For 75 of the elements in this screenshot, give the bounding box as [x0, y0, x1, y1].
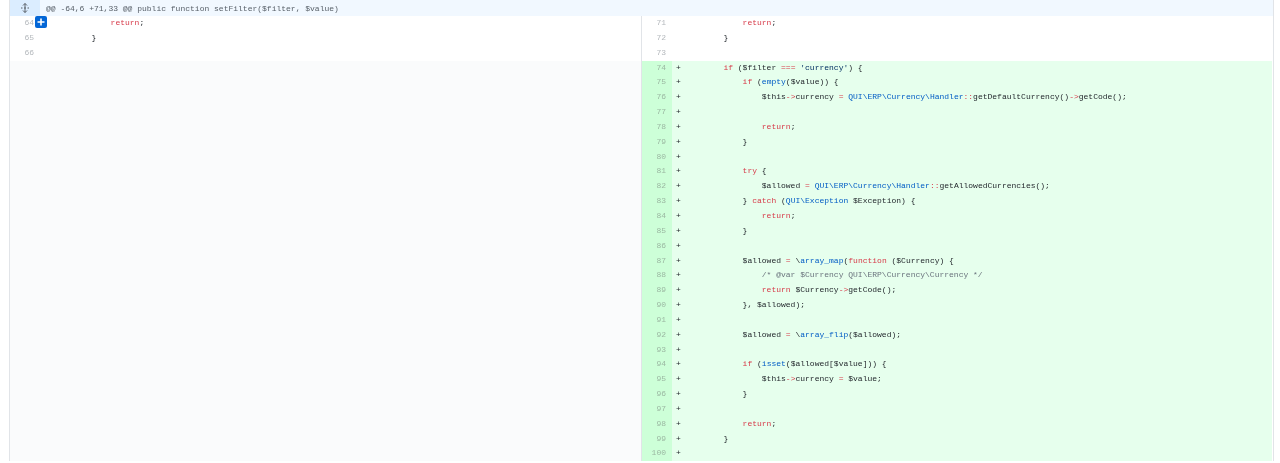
line-number: 76: [642, 90, 672, 106]
code-line: if ($filter === 'currency') {: [722, 61, 863, 74]
code-line: return $Currency->getCode();: [760, 284, 897, 297]
code-line: try {: [741, 165, 767, 178]
code-line: $allowed = \array_map(function ($Currency) {: [741, 254, 954, 267]
code-line: return;: [109, 17, 145, 29]
added-marker: +: [675, 343, 682, 356]
line-number: 89: [642, 283, 672, 299]
added-marker: +: [675, 120, 682, 133]
added-marker: +: [675, 239, 682, 252]
line-number: 81: [642, 164, 672, 180]
code-line: }: [741, 388, 748, 401]
added-marker: +: [675, 388, 682, 401]
added-marker: +: [675, 106, 682, 119]
added-marker: +: [675, 432, 682, 445]
added-marker: +: [675, 358, 682, 371]
line-number: 73: [655, 46, 667, 59]
line-number: 77: [642, 105, 672, 120]
code-line: /* @var $Currency QUI\ERP\Currency\Currency */: [760, 269, 983, 282]
added-marker: +: [675, 150, 682, 163]
added-marker: +: [675, 224, 682, 237]
code-line: }: [722, 432, 729, 445]
code-line: if (isset($allowed[$value])) {: [741, 358, 887, 371]
added-marker: +: [675, 328, 682, 341]
added-marker: +: [675, 180, 682, 193]
line-number: 94: [642, 357, 672, 373]
code-line: $allowed = QUI\ERP\Currency\Handler::getAllowedCurrencies();: [760, 180, 1050, 193]
code-line: $this->currency = QUI\ERP\Currency\Handler::getDefaultCurrency()->getCode();: [760, 91, 1127, 104]
code-line: }: [741, 224, 748, 237]
code-line: }: [90, 31, 97, 44]
added-marker: +: [675, 195, 682, 208]
code-line: $this->currency = $value;: [760, 373, 882, 386]
added-marker: +: [675, 299, 682, 312]
code-line: return;: [760, 209, 796, 222]
line-number: 65: [23, 31, 35, 44]
code-line: return;: [741, 417, 777, 430]
line-number: 83: [642, 194, 672, 209]
added-marker: +: [675, 76, 682, 89]
added-marker: +: [675, 284, 682, 297]
code-line: if (empty($value)) {: [741, 76, 839, 89]
added-marker: +: [675, 447, 682, 460]
line-number: 74: [642, 60, 672, 76]
add-comment-button[interactable]: [35, 16, 47, 28]
code-line: }: [741, 135, 748, 148]
code-line: }, $allowed);: [741, 299, 806, 312]
plus-icon: [37, 18, 45, 26]
code-line: return;: [760, 120, 796, 133]
code-line: }: [722, 31, 729, 44]
line-number: 88: [642, 268, 672, 284]
unfold-icon: [20, 3, 30, 13]
line-number: 95: [642, 372, 672, 388]
line-number: 75: [642, 75, 672, 91]
line-number: 64: [23, 17, 35, 29]
line-number: 72: [655, 31, 667, 44]
code-line: } catch (QUI\Exception $Exception) {: [741, 195, 916, 208]
line-number: 90: [642, 298, 672, 313]
added-marker: +: [675, 209, 682, 222]
line-number: 96: [642, 387, 672, 402]
added-marker: +: [675, 313, 682, 326]
added-marker: +: [675, 91, 682, 104]
line-number: 66: [23, 46, 35, 59]
code-line: $allowed = \array_flip($allowed);: [741, 328, 902, 341]
added-marker: +: [675, 373, 682, 386]
hunk-header: @@ -64,6 +71,33 @@ public function setFilter($filter, $value): [46, 3, 339, 13]
added-marker: +: [675, 402, 682, 415]
line-number: 71: [655, 17, 667, 29]
added-marker: +: [675, 254, 682, 267]
added-marker: +: [675, 417, 682, 430]
line-number: 100: [642, 446, 672, 462]
added-marker: +: [675, 165, 682, 178]
added-marker: +: [675, 61, 682, 74]
line-number: 82: [642, 179, 672, 195]
added-marker: +: [675, 135, 682, 148]
added-marker: +: [675, 269, 682, 282]
code-line: return;: [741, 17, 777, 29]
